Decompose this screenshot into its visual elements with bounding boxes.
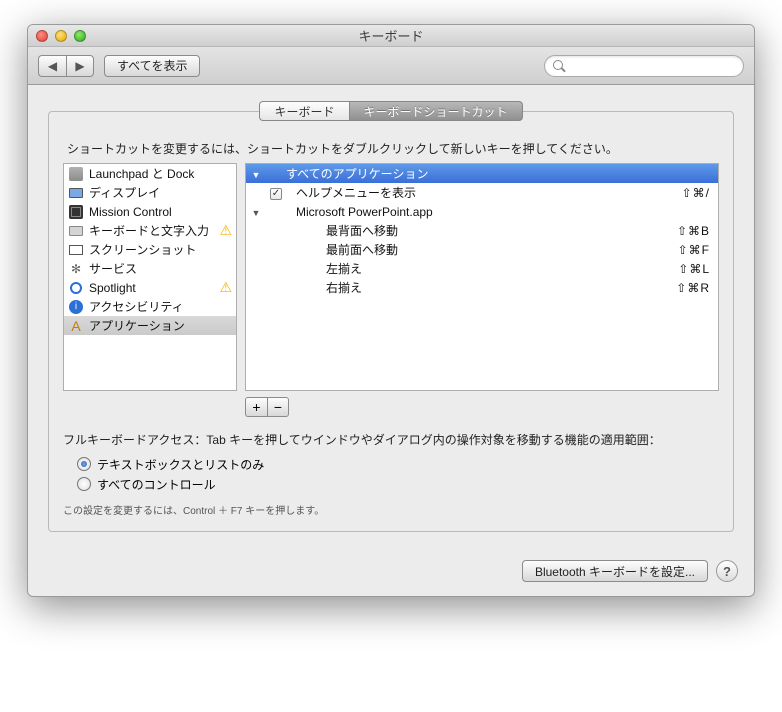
category-row[interactable]: キーボードと文字入力 ⚠ <box>64 221 236 240</box>
tab-keyboard[interactable]: キーボード <box>259 101 348 121</box>
shortcut-label: 最前面へ移動 <box>286 241 678 258</box>
category-row[interactable]: i アクセシビリティ <box>64 297 236 316</box>
shortcut-row[interactable]: ✓ ヘルプメニューを表示⇧⌘/ <box>246 183 718 202</box>
category-row[interactable]: Spotlight ⚠ <box>64 278 236 297</box>
shortcut-subgroup-header[interactable]: Microsoft PowerPoint.app <box>246 202 718 221</box>
preferences-window: キーボード ◀ ▶ すべてを表示 キーボード キーボードショートカット ショート… <box>27 24 755 597</box>
category-row[interactable]: A アプリケーション <box>64 316 236 335</box>
category-label: Spotlight <box>89 281 136 295</box>
toolbar: ◀ ▶ すべてを表示 <box>28 47 754 85</box>
forward-button[interactable]: ▶ <box>66 55 94 77</box>
shortcut-label: ヘルプメニューを表示 <box>286 184 682 201</box>
category-label: Mission Control <box>89 205 172 219</box>
warning-icon: ⚠ <box>219 279 232 296</box>
category-row[interactable]: Launchpad と Dock <box>64 164 236 183</box>
radio-icon <box>77 457 91 471</box>
fka-radio-all-controls[interactable]: すべてのコントロール <box>77 474 719 494</box>
search-input[interactable] <box>568 59 735 73</box>
fka-hint: この設定を変更するには、Control ＋ F7 キーを押します。 <box>63 502 719 517</box>
subgroup-label: Microsoft PowerPoint.app <box>286 205 710 219</box>
category-label: アクセシビリティ <box>89 298 184 315</box>
category-row[interactable]: Mission Control <box>64 202 236 221</box>
shortcut-label: 右揃え <box>286 279 676 296</box>
shortcut-keys: ⇧⌘F <box>678 243 710 257</box>
category-row[interactable]: ✻ サービス <box>64 259 236 278</box>
titlebar[interactable]: キーボード <box>28 25 754 47</box>
category-label: キーボードと文字入力 <box>89 222 209 239</box>
disclosure-icon <box>246 167 266 181</box>
shortcut-keys: ⇧⌘/ <box>682 186 710 200</box>
fka-radio-text-lists[interactable]: テキストボックスとリストのみ <box>77 454 719 474</box>
minimize-icon[interactable] <box>55 30 67 42</box>
add-button[interactable]: + <box>245 397 267 417</box>
show-all-button[interactable]: すべてを表示 <box>104 55 200 77</box>
shortcut-list[interactable]: すべてのアプリケーション ✓ ヘルプメニューを表示⇧⌘/ Microsoft Powe… <box>245 163 719 391</box>
shortcut-group-header[interactable]: すべてのアプリケーション <box>246 164 718 183</box>
keyboard-icon <box>68 223 84 239</box>
chevron-right-icon: ▶ <box>75 59 84 73</box>
zoom-icon[interactable] <box>74 30 86 42</box>
bluetooth-setup-button[interactable]: Bluetooth キーボードを設定... <box>522 560 708 582</box>
spotlight-icon <box>68 280 84 296</box>
checkbox-icon[interactable]: ✓ <box>270 188 282 200</box>
gear-icon: ✻ <box>68 261 84 277</box>
radio-icon <box>77 477 91 491</box>
help-button[interactable]: ? <box>716 560 738 582</box>
group-label: すべてのアプリケーション <box>286 165 710 182</box>
accessibility-icon: i <box>68 299 84 315</box>
search-icon <box>553 60 564 72</box>
fka-label: フルキーボードアクセス：Tab キーを押してウインドウやダイアログ内の操作対象を… <box>63 431 719 450</box>
category-label: アプリケーション <box>89 317 185 334</box>
category-label: Launchpad と Dock <box>89 165 194 182</box>
search-field[interactable] <box>544 55 744 77</box>
shortcut-keys: ⇧⌘R <box>676 281 710 295</box>
shortcuts-panel: ショートカットを変更するには、ショートカットをダブルクリックして新しいキーを押し… <box>48 111 734 532</box>
back-button[interactable]: ◀ <box>38 55 66 77</box>
category-list[interactable]: Launchpad と Dock ディスプレイ Mission Control キーボ… <box>63 163 237 391</box>
shortcut-row[interactable]: 右揃え⇧⌘R <box>246 278 718 297</box>
mission-icon <box>68 204 84 220</box>
category-label: ディスプレイ <box>89 184 160 201</box>
display-icon <box>68 185 84 201</box>
screenshot-icon <box>68 242 84 258</box>
category-label: スクリーンショット <box>89 241 196 258</box>
close-icon[interactable] <box>36 30 48 42</box>
instruction-text: ショートカットを変更するには、ショートカットをダブルクリックして新しいキーを押し… <box>67 140 719 157</box>
disclosure-icon <box>246 205 266 219</box>
warning-icon: ⚠ <box>219 222 232 239</box>
shortcut-keys: ⇧⌘B <box>677 224 710 238</box>
app-icon: A <box>68 318 84 334</box>
shortcut-row[interactable]: 最前面へ移動⇧⌘F <box>246 240 718 259</box>
shortcut-keys: ⇧⌘L <box>678 262 710 276</box>
tab-shortcuts[interactable]: キーボードショートカット <box>349 101 523 121</box>
category-row[interactable]: スクリーンショット <box>64 240 236 259</box>
shortcut-label: 左揃え <box>286 260 678 277</box>
window-title: キーボード <box>28 26 754 45</box>
chevron-left-icon: ◀ <box>48 59 57 73</box>
fka-opt1-label: テキストボックスとリストのみ <box>97 456 264 473</box>
shortcut-row[interactable]: 左揃え⇧⌘L <box>246 259 718 278</box>
fka-opt2-label: すべてのコントロール <box>97 476 216 493</box>
remove-button[interactable]: − <box>267 397 289 417</box>
launchpad-icon <box>68 166 84 182</box>
shortcut-row[interactable]: 最背面へ移動⇧⌘B <box>246 221 718 240</box>
shortcut-label: 最背面へ移動 <box>286 222 677 239</box>
category-row[interactable]: ディスプレイ <box>64 183 236 202</box>
category-label: サービス <box>89 260 137 277</box>
